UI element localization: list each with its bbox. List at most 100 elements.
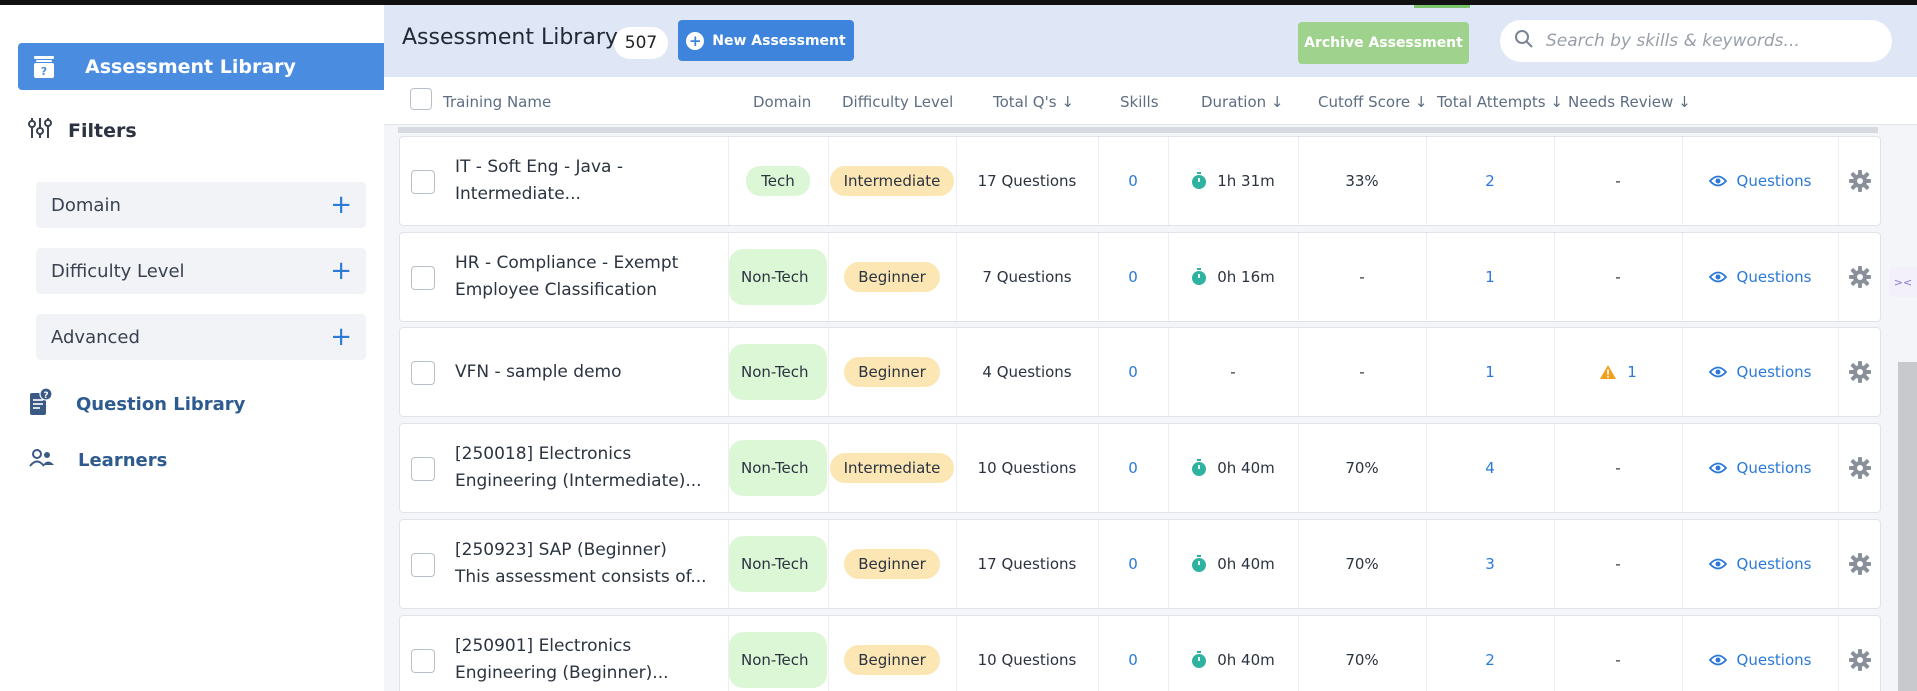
page-title: Assessment Library	[402, 25, 618, 50]
needs-review-value: -	[1615, 172, 1621, 190]
gear-icon[interactable]	[1848, 169, 1872, 193]
table-row[interactable]: VFN - sample demo Non-Tech Beginner 4 Qu…	[399, 327, 1881, 417]
total-attempts[interactable]: 2	[1426, 616, 1554, 691]
difficulty-badge: Beginner	[844, 357, 940, 387]
questions-label: Questions	[1736, 651, 1812, 669]
sidebar-item-learners[interactable]: Learners	[28, 448, 167, 473]
total-questions: 17 Questions	[977, 172, 1077, 190]
col-total-qs[interactable]: Total Q's ↓	[993, 93, 1074, 111]
domain-badge: Non-Tech	[729, 440, 827, 496]
gear-icon[interactable]	[1848, 265, 1872, 289]
row-checkbox[interactable]	[411, 266, 435, 290]
questions-link[interactable]: Questions	[1708, 555, 1811, 573]
filter-advanced[interactable]: Advanced +	[36, 314, 366, 360]
row-checkbox[interactable]	[411, 553, 435, 577]
needs-review-value: -	[1615, 555, 1621, 573]
sidebar-item-question-library[interactable]: ? Question Library	[28, 387, 245, 422]
skills-count[interactable]: 0	[1098, 233, 1168, 321]
training-name[interactable]: [250901] Electronics Engineering (Beginn…	[455, 633, 725, 687]
total-attempts[interactable]: 4	[1426, 424, 1554, 512]
total-questions: 17 Questions	[977, 555, 1077, 573]
sidebar-item-assessment-library[interactable]: ? Assessment Library	[18, 43, 384, 90]
filter-difficulty-level[interactable]: Difficulty Level +	[36, 248, 366, 294]
col-domain[interactable]: Domain	[753, 93, 811, 111]
plus-circle-icon: +	[686, 31, 705, 50]
table-header: Training Name Domain Difficulty Level To…	[384, 77, 1917, 125]
duration-cell: 0h 16m	[1168, 233, 1298, 321]
table-row[interactable]: IT - Soft Eng - Java - Intermediate... T…	[399, 136, 1881, 226]
total-attempts[interactable]: 1	[1426, 328, 1554, 416]
needs-review-cell: -	[1554, 616, 1682, 691]
skills-count[interactable]: 0	[1098, 137, 1168, 225]
row-checkbox[interactable]	[411, 649, 435, 673]
row-checkbox[interactable]	[411, 361, 435, 385]
questions-link[interactable]: Questions	[1708, 268, 1811, 286]
col-cutoff-score[interactable]: Cutoff Score ↓	[1318, 93, 1428, 111]
assessment-library-icon: ?	[29, 52, 59, 82]
table-row[interactable]: [250901] Electronics Engineering (Beginn…	[399, 615, 1881, 691]
col-training-name[interactable]: Training Name	[443, 93, 551, 111]
sliders-icon	[28, 117, 52, 144]
needs-review-cell: -	[1554, 424, 1682, 512]
col-needs-review[interactable]: Needs Review ↓	[1568, 93, 1691, 111]
skills-count[interactable]: 0	[1098, 520, 1168, 608]
questions-link[interactable]: Questions	[1708, 363, 1811, 381]
cutoff-score: 70%	[1345, 555, 1379, 573]
filter-domain[interactable]: Domain +	[36, 182, 366, 228]
row-checkbox[interactable]	[411, 170, 435, 194]
training-name[interactable]: IT - Soft Eng - Java - Intermediate...	[455, 154, 725, 208]
gear-icon[interactable]	[1848, 360, 1872, 384]
filter-label: Domain	[51, 194, 121, 216]
col-total-attempts[interactable]: Total Attempts ↓	[1437, 93, 1563, 111]
archive-indicator	[1414, 5, 1470, 8]
collapse-panel-icon[interactable]: ><	[1889, 267, 1917, 297]
archive-assessment-button[interactable]: Archive Assessment	[1298, 22, 1469, 64]
needs-review-cell: -	[1554, 520, 1682, 608]
duration-value: 0h 40m	[1217, 651, 1275, 669]
col-duration[interactable]: Duration ↓	[1201, 93, 1284, 111]
total-attempts[interactable]: 2	[1426, 137, 1554, 225]
col-difficulty-level[interactable]: Difficulty Level	[842, 93, 953, 111]
plus-icon[interactable]: +	[330, 258, 352, 284]
select-all-checkbox[interactable]	[410, 88, 432, 110]
questions-link[interactable]: Questions	[1708, 459, 1811, 477]
table-row[interactable]: HR - Compliance - Exempt Employee Classi…	[399, 232, 1881, 322]
needs-review-cell[interactable]: 1	[1554, 328, 1682, 416]
cutoff-score: 33%	[1345, 172, 1379, 190]
total-questions: 4 Questions	[982, 363, 1072, 381]
training-name[interactable]: VFN - sample demo	[455, 359, 725, 386]
eye-icon	[1708, 366, 1727, 378]
stopwatch-icon	[1191, 268, 1207, 286]
training-name-line2: Employee Classification	[455, 280, 658, 300]
gear-icon[interactable]	[1848, 456, 1872, 480]
training-name[interactable]: [250923] SAP (Beginner) This assessment …	[455, 537, 725, 591]
total-attempts[interactable]: 1	[1426, 233, 1554, 321]
questions-link[interactable]: Questions	[1708, 172, 1811, 190]
training-name[interactable]: [250018] Electronics Engineering (Interm…	[455, 441, 725, 495]
gear-icon[interactable]	[1848, 552, 1872, 576]
questions-link[interactable]: Questions	[1708, 651, 1812, 669]
search-input[interactable]	[1546, 31, 1866, 51]
skills-count[interactable]: 0	[1098, 616, 1168, 691]
gear-icon[interactable]	[1848, 648, 1872, 672]
scrollbar[interactable]	[1898, 362, 1917, 691]
total-questions: 10 Questions	[977, 459, 1077, 477]
row-checkbox[interactable]	[411, 457, 435, 481]
total-attempts[interactable]: 3	[1426, 520, 1554, 608]
plus-icon[interactable]: +	[330, 192, 352, 218]
users-icon	[28, 448, 56, 473]
sidebar-link-label: Question Library	[76, 394, 246, 415]
table-row[interactable]: [250018] Electronics Engineering (Interm…	[399, 423, 1881, 513]
training-name[interactable]: HR - Compliance - Exempt Employee Classi…	[455, 250, 725, 304]
col-skills[interactable]: Skills	[1120, 93, 1159, 111]
cutoff-score: -	[1359, 268, 1365, 286]
search-box[interactable]	[1500, 20, 1892, 62]
duration-cell: -	[1168, 328, 1298, 416]
new-assessment-button[interactable]: + New Assessment	[678, 20, 854, 61]
difficulty-badge: Beginner	[844, 645, 940, 675]
skills-count[interactable]: 0	[1098, 424, 1168, 512]
table-row[interactable]: [250923] SAP (Beginner) This assessment …	[399, 519, 1881, 609]
plus-icon[interactable]: +	[330, 324, 352, 350]
training-name-line1: HR - Compliance - Exempt	[455, 253, 679, 273]
skills-count[interactable]: 0	[1098, 328, 1168, 416]
